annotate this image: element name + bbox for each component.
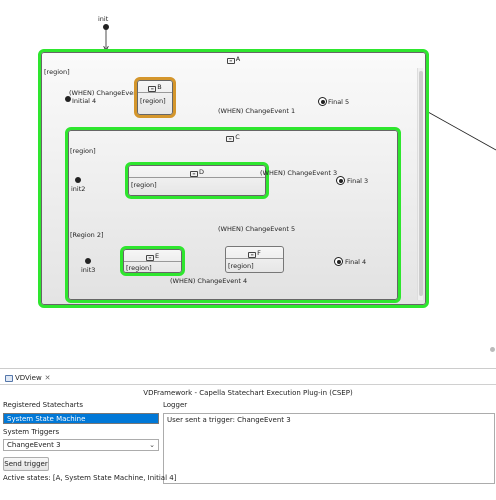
statemachine-icon: ≡: [226, 136, 235, 142]
panel-title: VDFramework - Capella Statechart Executi…: [143, 389, 353, 397]
registered-statecharts-label: Registered Statecharts: [3, 401, 84, 409]
logger-line: User sent a trigger: ChangeEvent 3: [167, 416, 291, 424]
init-label: init: [98, 15, 109, 23]
system-triggers-label: System Triggers: [3, 428, 60, 436]
state-f[interactable]: ≡ F [region]: [225, 246, 284, 273]
active-states-label: Active states: [A, System State Machine,…: [3, 474, 177, 482]
init-pseudostate[interactable]: [103, 24, 109, 30]
close-icon[interactable]: ✕: [45, 371, 51, 385]
state-c-region2-label: [Region 2]: [70, 231, 104, 239]
state-f-title: ≡ F: [226, 249, 283, 258]
view-tabbar: VDView ✕: [0, 369, 496, 385]
scroll-indicator[interactable]: [490, 347, 495, 352]
trigger-select-value: ChangeEvent 3: [7, 441, 61, 449]
state-b-region-label: [region]: [140, 97, 166, 105]
state-a-scroll-thumb[interactable]: [419, 71, 423, 296]
logger-label: Logger: [163, 401, 188, 409]
transition-label-change5: (WHEN) ChangeEvent 5: [218, 225, 296, 233]
transition-label-change1: (WHEN) ChangeEvent 1: [218, 107, 296, 115]
final3-label: Final 3: [347, 177, 369, 185]
state-d[interactable]: ≡ D [region]: [125, 162, 269, 199]
statemachine-icon: ≡: [226, 58, 235, 64]
init3-pseudostate[interactable]: [85, 258, 91, 264]
state-e-title: ≡ E: [124, 252, 181, 261]
state-d-title: ≡ D: [129, 168, 265, 177]
registered-statecharts-list-item[interactable]: System State Machine: [3, 413, 159, 424]
initial4-label: Initial 4: [72, 97, 97, 105]
state-b[interactable]: ≡ B [region]: [134, 77, 176, 118]
init2-label: init2: [71, 185, 86, 193]
send-trigger-button[interactable]: Send trigger: [3, 457, 49, 471]
final5-state[interactable]: [318, 97, 327, 106]
final4-state[interactable]: [334, 257, 343, 266]
state-c-region1-label: [region]: [70, 147, 96, 155]
init2-pseudostate[interactable]: [75, 177, 81, 183]
transition-label-change2: (WHEN) ChangeEvent 2: [69, 89, 147, 97]
state-a-region-label: [region]: [44, 68, 70, 76]
final3-state[interactable]: [336, 176, 345, 185]
statechart-diagram[interactable]: init ≡ A [region] Initial 4 (WHEN) Change…: [0, 0, 496, 358]
trigger-select[interactable]: ChangeEvent 3 ⌄: [3, 439, 159, 451]
state-e[interactable]: ≡ E [region]: [120, 246, 185, 276]
state-a-title: ≡ A: [42, 55, 425, 64]
state-b-title: ≡ B: [138, 83, 172, 92]
view-icon: [5, 374, 13, 382]
state-a-scrollbar[interactable]: [417, 68, 423, 300]
vdview-panel: VDView ✕ VDFramework - Capella Statechar…: [0, 368, 496, 500]
init3-label: init3: [81, 266, 96, 274]
state-e-region-label: [region]: [126, 264, 152, 272]
tab-vdview[interactable]: VDView ✕: [1, 371, 55, 385]
state-c-title: ≡ C: [69, 133, 397, 142]
chevron-down-icon: ⌄: [149, 441, 155, 449]
state-f-region-label: [region]: [228, 262, 254, 270]
final4-label: Final 4: [345, 258, 367, 266]
tab-vdview-label: VDView: [15, 374, 42, 382]
logger-textarea[interactable]: User sent a trigger: ChangeEvent 3: [163, 413, 495, 484]
final5-label: Final 5: [328, 98, 350, 106]
transition-label-change4: (WHEN) ChangeEvent 4: [170, 277, 248, 285]
state-c[interactable]: ≡ C: [65, 127, 401, 303]
state-d-region-label: [region]: [131, 181, 157, 189]
transition-label-change3: (WHEN) ChangeEvent 3: [260, 169, 338, 177]
